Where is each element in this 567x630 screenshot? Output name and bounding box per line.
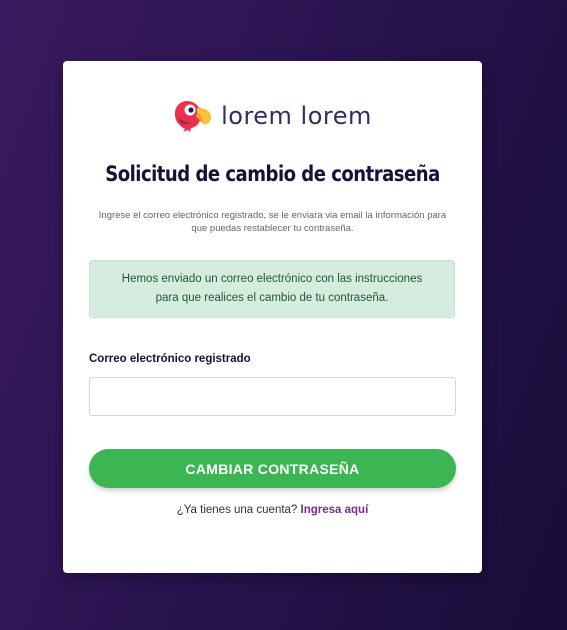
login-prompt-text: ¿Ya tienes una cuenta?: [176, 504, 298, 516]
login-link[interactable]: Ingresa aquí: [301, 504, 369, 516]
parrot-logo-icon: [173, 99, 213, 133]
password-reset-card: lorem lorem Solicitud de cambio de contr…: [63, 61, 482, 573]
success-alert: Hemos enviado un correo electrónico con …: [89, 260, 455, 318]
brand-logo[interactable]: lorem lorem: [63, 99, 482, 133]
login-prompt: ¿Ya tienes una cuenta? Ingresa aquí: [63, 504, 482, 516]
brand-name: lorem lorem: [221, 102, 372, 130]
page-subtitle: Ingrese el correo electrónico registrado…: [98, 210, 447, 234]
email-input[interactable]: [89, 377, 456, 416]
change-password-button[interactable]: CAMBIAR CONTRASEÑA: [89, 449, 456, 488]
email-label: Correo electrónico registrado: [89, 353, 251, 365]
page-title: Solicitud de cambio de contraseña: [105, 162, 440, 186]
